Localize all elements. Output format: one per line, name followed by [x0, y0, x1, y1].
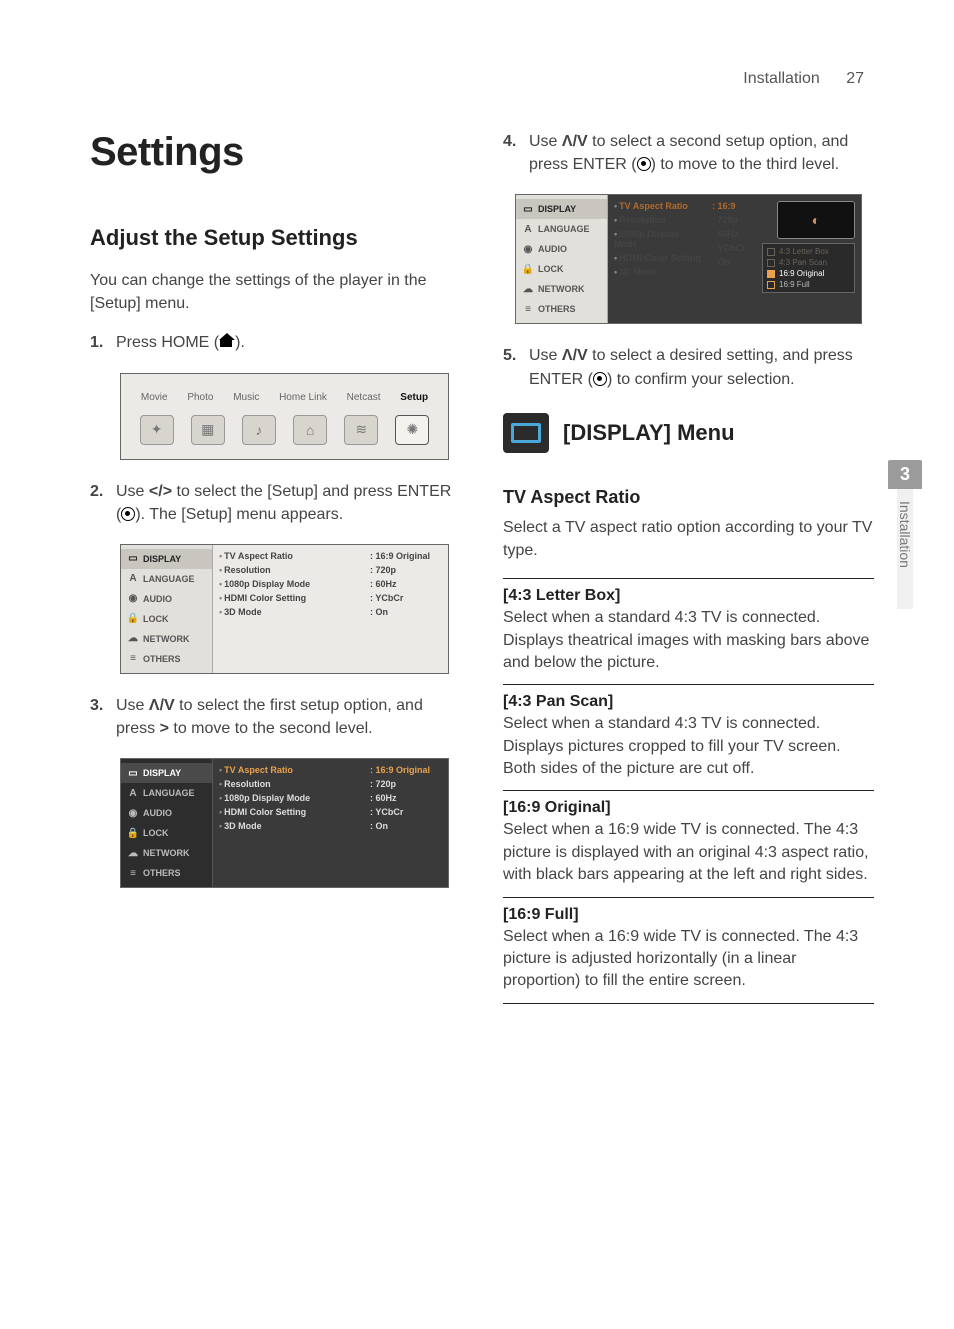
tv-aspect-desc: Select a TV aspect ratio option accordin…	[503, 516, 874, 562]
enter-icon	[593, 372, 607, 386]
audio-icon: ◉	[127, 807, 139, 819]
page-header: Installation 27	[90, 70, 874, 88]
opt-title: [16:9 Full]	[503, 906, 874, 924]
screenshot-setup-level1: ▭DISPLAY ALANGUAGE ◉AUDIO 🔒LOCK ☁NETWORK…	[120, 544, 449, 674]
music-icon: ♪	[242, 415, 276, 445]
opt-desc: Select when a 16:9 wide TV is connected.…	[503, 926, 874, 993]
screenshot-setup-level2: ▭DISPLAY ALANGUAGE ◉AUDIO 🔒LOCK ☁NETWORK…	[120, 758, 449, 888]
step-4: 4. Use Λ/V to select a second setup opti…	[503, 130, 874, 176]
language-icon: A	[522, 223, 534, 235]
adjust-heading: Adjust the Setup Settings	[90, 225, 461, 251]
enter-icon	[121, 507, 135, 521]
photo-icon: ▦	[191, 415, 225, 445]
right-column: 4. Use Λ/V to select a second setup opti…	[503, 130, 874, 1012]
step-1: 1. Press HOME ().	[90, 331, 461, 354]
step-5: 5. Use Λ/V to select a desired setting, …	[503, 344, 874, 390]
homelink-icon: ⌂	[293, 415, 327, 445]
display-icon: ▭	[127, 767, 139, 779]
opt-desc: Select when a standard 4:3 TV is connect…	[503, 713, 874, 780]
language-icon: A	[127, 787, 139, 799]
section-name: Installation	[743, 70, 820, 87]
netcast-icon: ≋	[344, 415, 378, 445]
nav-left-right-icon: </>	[149, 483, 172, 500]
movie-icon: ✦	[140, 415, 174, 445]
opt-title: [4:3 Letter Box]	[503, 587, 874, 605]
chapter-label: Installation	[897, 489, 913, 609]
left-column: Settings Adjust the Setup Settings You c…	[90, 130, 461, 1012]
display-menu-icon	[503, 413, 549, 453]
network-icon: ☁	[127, 633, 139, 645]
page-number: 27	[846, 70, 864, 87]
opt-title: [4:3 Pan Scan]	[503, 693, 874, 711]
adjust-intro: You can change the settings of the playe…	[90, 269, 461, 315]
lock-icon: 🔒	[127, 613, 139, 625]
opt-desc: Select when a 16:9 wide TV is connected.…	[503, 819, 874, 886]
opt-desc: Select when a standard 4:3 TV is connect…	[503, 607, 874, 674]
others-icon: ≡	[127, 867, 139, 879]
step-2: 2. Use </> to select the [Setup] and pre…	[90, 480, 461, 526]
network-icon: ☁	[127, 847, 139, 859]
setup-icon: ✺	[395, 415, 429, 445]
enter-icon	[637, 157, 651, 171]
others-icon: ≡	[127, 653, 139, 665]
audio-icon: ◉	[522, 243, 534, 255]
others-icon: ≡	[522, 303, 534, 315]
screenshot-home-menu: Movie Photo Music Home Link Netcast Setu…	[120, 373, 449, 460]
nav-up-down-icon: Λ/V	[562, 347, 588, 364]
network-icon: ☁	[522, 283, 534, 295]
display-icon: ▭	[522, 203, 534, 215]
lock-icon: 🔒	[522, 263, 534, 275]
opt-title: [16:9 Original]	[503, 799, 874, 817]
display-menu-heading: [DISPLAY] Menu	[503, 413, 874, 453]
nav-right-icon: >	[160, 720, 169, 737]
aspect-preview-icon: ◐	[777, 201, 855, 239]
display-icon: ▭	[127, 553, 139, 565]
chapter-number: 3	[888, 460, 922, 489]
divider	[503, 790, 874, 791]
screenshot-setup-level3: ▭DISPLAY ALANGUAGE ◉AUDIO 🔒LOCK ☁NETWORK…	[515, 194, 862, 324]
home-icon	[219, 335, 235, 349]
divider	[503, 684, 874, 685]
nav-up-down-icon: Λ/V	[562, 133, 588, 150]
divider	[503, 578, 874, 579]
nav-up-down-icon: Λ/V	[149, 697, 175, 714]
language-icon: A	[127, 573, 139, 585]
chapter-side-tab: 3 Installation	[888, 460, 922, 609]
audio-icon: ◉	[127, 593, 139, 605]
divider	[503, 897, 874, 898]
step-3: 3. Use Λ/V to select the first setup opt…	[90, 694, 461, 740]
page-title: Settings	[90, 130, 461, 175]
lock-icon: 🔒	[127, 827, 139, 839]
divider	[503, 1003, 874, 1004]
tv-aspect-title: TV Aspect Ratio	[503, 487, 874, 508]
